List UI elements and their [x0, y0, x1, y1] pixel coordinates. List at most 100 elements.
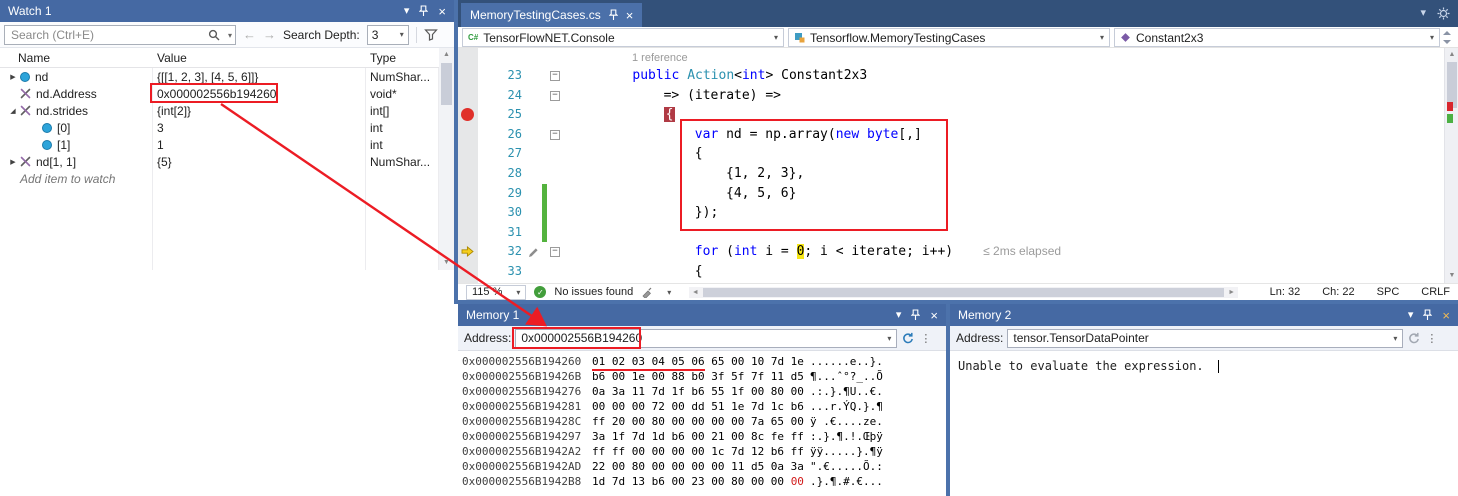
- horizontal-scrollbar[interactable]: ◄ ►: [689, 287, 1237, 298]
- filter-icon[interactable]: [424, 29, 438, 41]
- codelens[interactable]: 1 reference: [458, 50, 1444, 66]
- watch-value[interactable]: {[[1, 2, 3], [4, 5, 6]]}: [157, 70, 258, 84]
- gutter-cell[interactable]: [458, 66, 478, 86]
- search-icon[interactable]: [208, 29, 220, 41]
- splitter-watch-editor[interactable]: [454, 0, 458, 303]
- memory-bytes[interactable]: b6 00 1e 00 88 b0 3f 5f 7f 11 d5: [592, 369, 810, 384]
- gutter-cell[interactable]: [458, 223, 478, 243]
- scroll-up-icon[interactable]: ▲: [1445, 48, 1458, 62]
- memory-bytes[interactable]: ff ff 00 00 00 00 1c 7d 12 b6 ff: [592, 444, 810, 459]
- code-line-28[interactable]: 28{1, 2, 3},: [458, 164, 1444, 184]
- outline-collapse-icon[interactable]: −: [550, 71, 560, 81]
- code-line-27[interactable]: 27{: [458, 144, 1444, 164]
- column-header-value[interactable]: Value: [152, 51, 365, 65]
- refresh-icon[interactable]: [1407, 332, 1420, 345]
- code-line-25[interactable]: 25{: [458, 105, 1444, 125]
- memory-bytes[interactable]: 0a 3a 11 7d 1f b6 55 1f 00 80 00: [592, 384, 810, 399]
- memory1-address-combo[interactable]: 0x000002556B194260 ▾: [515, 329, 897, 348]
- settings-gear-icon[interactable]: [1437, 7, 1450, 20]
- outline-collapse-icon[interactable]: −: [550, 130, 560, 140]
- memory-row[interactable]: 0x000002556B1942AD22 00 80 00 00 00 00 1…: [462, 459, 946, 474]
- memory2-message-area[interactable]: Unable to evaluate the expression.: [950, 351, 1458, 496]
- memory1-titlebar[interactable]: Memory 1 ▾ ×: [458, 304, 946, 326]
- pin-icon[interactable]: [419, 5, 428, 17]
- code-line-23[interactable]: 23−public Action<int> Constant2x3: [458, 66, 1444, 86]
- scroll-up-icon[interactable]: ▲: [439, 48, 454, 62]
- memory-bytes[interactable]: 1d 7d 13 b6 00 23 00 80 00 00 00: [592, 474, 810, 489]
- code-line-33[interactable]: 33{: [458, 262, 1444, 282]
- breakpoint-icon[interactable]: [461, 108, 474, 121]
- memory2-address-combo[interactable]: tensor.TensorDataPointer ▾: [1007, 329, 1403, 348]
- gutter-cell[interactable]: [458, 105, 478, 125]
- memory-row[interactable]: 0x000002556B19428Cff 20 00 80 00 00 00 0…: [462, 414, 946, 429]
- code-line-31[interactable]: 31: [458, 223, 1444, 243]
- code-editor[interactable]: 1 reference 23−public Action<int> Consta…: [458, 48, 1444, 283]
- watch-row[interactable]: [0]3int: [0, 119, 439, 136]
- pin-icon[interactable]: [911, 309, 920, 321]
- project-dropdown[interactable]: C# TensorFlowNET.Console ▾: [462, 28, 784, 47]
- watch-value[interactable]: 1: [157, 138, 164, 152]
- scrollbar-thumb[interactable]: [703, 288, 1223, 297]
- tree-expander-icon[interactable]: ▶: [6, 73, 20, 81]
- memory-row[interactable]: 0x000002556B19426Bb6 00 1e 00 88 b0 3f 5…: [462, 369, 946, 384]
- code-line-32[interactable]: 32−for (int i = 0; i < iterate; i++)≤ 2m…: [458, 242, 1444, 262]
- search-next-icon[interactable]: →: [263, 27, 276, 42]
- memory-row[interactable]: 0x000002556B1942B81d 7d 13 b6 00 23 00 8…: [462, 474, 946, 489]
- split-window-icon[interactable]: [1441, 31, 1453, 44]
- tree-expander-icon[interactable]: ◢: [6, 107, 20, 115]
- health-check-icon[interactable]: ✓: [534, 286, 546, 298]
- gutter-cell[interactable]: [458, 203, 478, 223]
- splitter-memory1-memory2[interactable]: [946, 304, 950, 496]
- watch-add-item-row[interactable]: Add item to watch: [0, 170, 439, 187]
- watch-vertical-scrollbar[interactable]: ▲ ▼: [439, 48, 454, 270]
- memory-bytes[interactable]: 00 00 00 72 00 dd 51 1e 7d 1c b6: [592, 399, 810, 414]
- memory-row[interactable]: 0x000002556B19428100 00 00 72 00 dd 51 1…: [462, 399, 946, 414]
- tab-list-chevron-icon[interactable]: ▾: [1420, 8, 1426, 19]
- memory2-titlebar[interactable]: Memory 2 ▾ ×: [950, 304, 1458, 326]
- toolbar-overflow-icon[interactable]: ⋮: [920, 332, 931, 345]
- code-line-26[interactable]: 26−var nd = np.array(new byte[,]: [458, 125, 1444, 145]
- pin-icon[interactable]: [609, 9, 618, 21]
- watch-row[interactable]: [1]1int: [0, 136, 439, 153]
- memory-row[interactable]: 0x000002556B1942973a 1f 7d 1d b6 00 21 0…: [462, 429, 946, 444]
- window-position-icon[interactable]: ▾: [1408, 310, 1414, 321]
- gutter-cell[interactable]: [458, 86, 478, 106]
- watch-row[interactable]: ▶nd[1, 1]{5}NumShar...: [0, 153, 439, 170]
- memory-row[interactable]: 0x000002556B19426001 02 03 04 05 06 65 0…: [462, 354, 946, 369]
- close-icon[interactable]: ×: [438, 5, 446, 18]
- code-cleanup-icon[interactable]: [641, 286, 653, 298]
- gutter-cell[interactable]: [458, 164, 478, 184]
- zoom-select[interactable]: 115 % ▾: [466, 285, 526, 300]
- close-icon[interactable]: ×: [1442, 309, 1450, 322]
- gutter-cell[interactable]: [458, 144, 478, 164]
- memory-row[interactable]: 0x000002556B1942760a 3a 11 7d 1f b6 55 1…: [462, 384, 946, 399]
- code-line-30[interactable]: 30});: [458, 203, 1444, 223]
- column-header-type[interactable]: Type: [365, 51, 439, 65]
- chevron-down-icon[interactable]: ▾: [661, 288, 671, 297]
- member-dropdown[interactable]: Constant2x3 ▾: [1114, 28, 1440, 47]
- search-prev-icon[interactable]: ←: [243, 27, 256, 42]
- codelens-references[interactable]: 1 reference: [632, 52, 688, 64]
- pin-icon[interactable]: [1423, 309, 1432, 321]
- close-icon[interactable]: ×: [930, 309, 938, 322]
- watch-row[interactable]: nd.Address0x000002556b194260void*: [0, 85, 439, 102]
- watch-row[interactable]: ◢nd.strides{int[2]}int[]: [0, 102, 439, 119]
- scrollbar-thumb[interactable]: [441, 63, 452, 105]
- watch-value[interactable]: 3: [157, 121, 164, 135]
- issues-status-text[interactable]: No issues found: [554, 286, 633, 298]
- scroll-down-icon[interactable]: ▼: [1445, 269, 1458, 283]
- editor-vertical-scrollbar[interactable]: ▲ ▼: [1444, 48, 1458, 283]
- window-position-icon[interactable]: ▾: [404, 6, 410, 17]
- code-line-29[interactable]: 29{4, 5, 6}: [458, 184, 1444, 204]
- window-position-icon[interactable]: ▾: [896, 310, 902, 321]
- search-depth-select[interactable]: 3 ▾: [367, 25, 409, 45]
- scroll-down-icon[interactable]: ▼: [439, 256, 454, 270]
- gutter-cell[interactable]: [458, 184, 478, 204]
- outline-collapse-icon[interactable]: −: [550, 91, 560, 101]
- scroll-left-icon[interactable]: ◄: [689, 287, 701, 298]
- gutter-cell[interactable]: [458, 262, 478, 282]
- memory-row[interactable]: 0x000002556B1942A2ff ff 00 00 00 00 1c 7…: [462, 444, 946, 459]
- memory-bytes[interactable]: 3a 1f 7d 1d b6 00 21 00 8c fe ff: [592, 429, 810, 444]
- tree-expander-icon[interactable]: ▶: [6, 158, 20, 166]
- tab-memorytestingcases[interactable]: MemoryTestingCases.cs ×: [461, 3, 642, 27]
